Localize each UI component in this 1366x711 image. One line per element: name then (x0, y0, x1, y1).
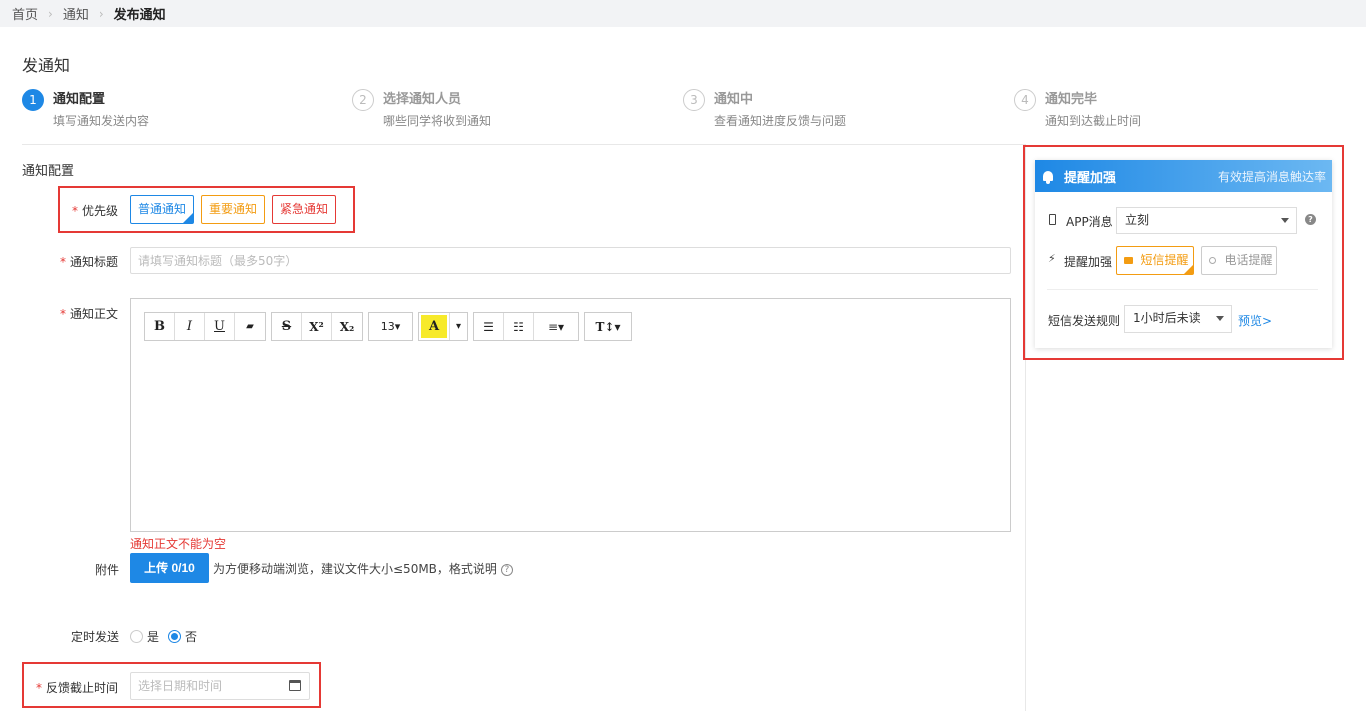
rich-text-editor[interactable]: B I U ▰ S X² X₂ 13▾ A ▾ ☰ ☷ ≡▾ T↕▾ (130, 298, 1011, 532)
step-number: 4 (1014, 89, 1036, 111)
priority-important-button[interactable]: 重要通知 (201, 195, 265, 224)
underline-button[interactable]: U (205, 313, 235, 340)
subscript-button[interactable]: X₂ (332, 313, 362, 340)
chevron-down-icon (1281, 218, 1289, 223)
question-icon[interactable]: ? (1305, 214, 1316, 225)
list-group: ☰ ☷ ≡▾ (473, 312, 579, 341)
sms-rule-select[interactable]: 1小时后未读 (1124, 305, 1232, 333)
superscript-button[interactable]: X² (302, 313, 332, 340)
app-message-label: APP消息 (1066, 215, 1113, 229)
lightning-icon: ⚡ (1048, 252, 1056, 265)
strikethrough-button[interactable]: S (272, 313, 302, 340)
section-title: 通知配置 (22, 164, 75, 179)
step-desc: 哪些同学将收到通知 (383, 114, 492, 128)
chevron-down-icon (1216, 316, 1224, 321)
reminder-subtitle: 有效提高消息触达率 (1217, 169, 1326, 184)
bullet-list-icon[interactable]: ☰ (474, 313, 504, 340)
attachment-label: 附件 (95, 563, 120, 577)
mail-icon (1124, 257, 1133, 264)
breadcrumb-notice[interactable]: 通知 (63, 4, 89, 23)
reminder-panel-header: 提醒加强 有效提高消息触达率 (1035, 160, 1332, 192)
selected-check-icon (1184, 265, 1193, 274)
upload-hint: 为方便移动端浏览，建议文件大小≤50MB，格式说明? (213, 560, 513, 577)
typography-dropdown[interactable]: T↕▾ (585, 313, 631, 340)
title-input[interactable] (130, 247, 1011, 274)
fontsize-group: 13▾ (368, 312, 413, 341)
app-message-select[interactable]: 立刻 (1116, 207, 1297, 234)
deadline-label: * 反馈截止时间 (36, 681, 119, 695)
question-icon[interactable]: ? (500, 563, 513, 576)
editor-toolbar: B I U ▰ S X² X₂ 13▾ A ▾ ☰ ☷ ≡▾ T↕▾ (144, 312, 632, 341)
chevron-right-icon: › (48, 6, 53, 21)
italic-button[interactable]: I (175, 313, 205, 340)
color-dropdown-icon[interactable]: ▾ (449, 313, 467, 340)
preview-link[interactable]: 预览> (1238, 312, 1272, 329)
calendar-icon[interactable] (289, 680, 301, 691)
breadcrumb: 首页 › 通知 › 发布通知 (0, 0, 1366, 27)
schedule-no-radio[interactable]: 否 (168, 628, 197, 645)
priority-normal-button[interactable]: 普通通知 (130, 195, 194, 224)
radio-checked-icon (168, 630, 181, 643)
chevron-right-icon: › (98, 6, 104, 21)
deadline-input[interactable] (130, 672, 310, 700)
divider (1047, 289, 1318, 290)
breadcrumb-home[interactable]: 首页 (12, 4, 38, 23)
priority-label: * 优先级 (72, 204, 119, 218)
enhance-label: 提醒加强 (1064, 255, 1113, 269)
title-label: * 通知标题 (60, 255, 119, 269)
font-size-dropdown[interactable]: 13▾ (369, 313, 412, 340)
priority-urgent-button[interactable]: 紧急通知 (272, 195, 336, 224)
page-title: 发通知 (22, 56, 71, 75)
text-color-button[interactable]: A (421, 315, 447, 338)
typo-group: T↕▾ (584, 312, 632, 341)
color-group: A ▾ (418, 312, 468, 341)
radio-icon (130, 630, 143, 643)
bold-button[interactable]: B (145, 313, 175, 340)
step-desc: 查看通知进度反馈与问题 (714, 114, 847, 128)
reminder-title: 提醒加强 (1064, 170, 1117, 186)
schedule-yes-radio[interactable]: 是 (130, 628, 159, 645)
step-desc: 填写通知发送内容 (53, 114, 150, 128)
upload-button[interactable]: 上传 0/10 (130, 553, 209, 583)
script-group: S X² X₂ (271, 312, 363, 341)
step-title: 选择通知人员 (383, 92, 462, 107)
schedule-label: 定时发送 (71, 630, 120, 644)
selected-check-icon (183, 213, 193, 223)
step-title: 通知中 (714, 92, 754, 107)
phone-reminder-button[interactable]: 电话提醒 (1201, 246, 1277, 275)
sms-reminder-button[interactable]: 短信提醒 (1116, 246, 1194, 275)
step-number: 2 (352, 89, 374, 111)
step-number: 1 (22, 89, 44, 111)
stepper: 1 通知配置 填写通知发送内容 2 选择通知人员 哪些同学将收到通知 3 通知中… (22, 88, 1342, 134)
step-desc: 通知到达截止时间 (1045, 114, 1142, 128)
numbered-list-icon[interactable]: ☷ (504, 313, 534, 340)
mobile-icon (1049, 214, 1056, 225)
phone-icon (1209, 257, 1216, 264)
step-title: 通知配置 (53, 92, 106, 107)
bell-icon (1043, 171, 1053, 184)
step-number: 3 (683, 89, 705, 111)
breadcrumb-current: 发布通知 (113, 8, 166, 23)
format-group: B I U ▰ (144, 312, 266, 341)
sms-rule-label: 短信发送规则 (1048, 314, 1121, 328)
step-title: 通知完毕 (1045, 92, 1098, 107)
eraser-icon[interactable]: ▰ (235, 313, 265, 340)
body-error-message: 通知正文不能为空 (130, 537, 227, 551)
align-dropdown[interactable]: ≡▾ (534, 313, 578, 340)
body-label: * 通知正文 (60, 307, 119, 321)
divider (22, 144, 1025, 145)
